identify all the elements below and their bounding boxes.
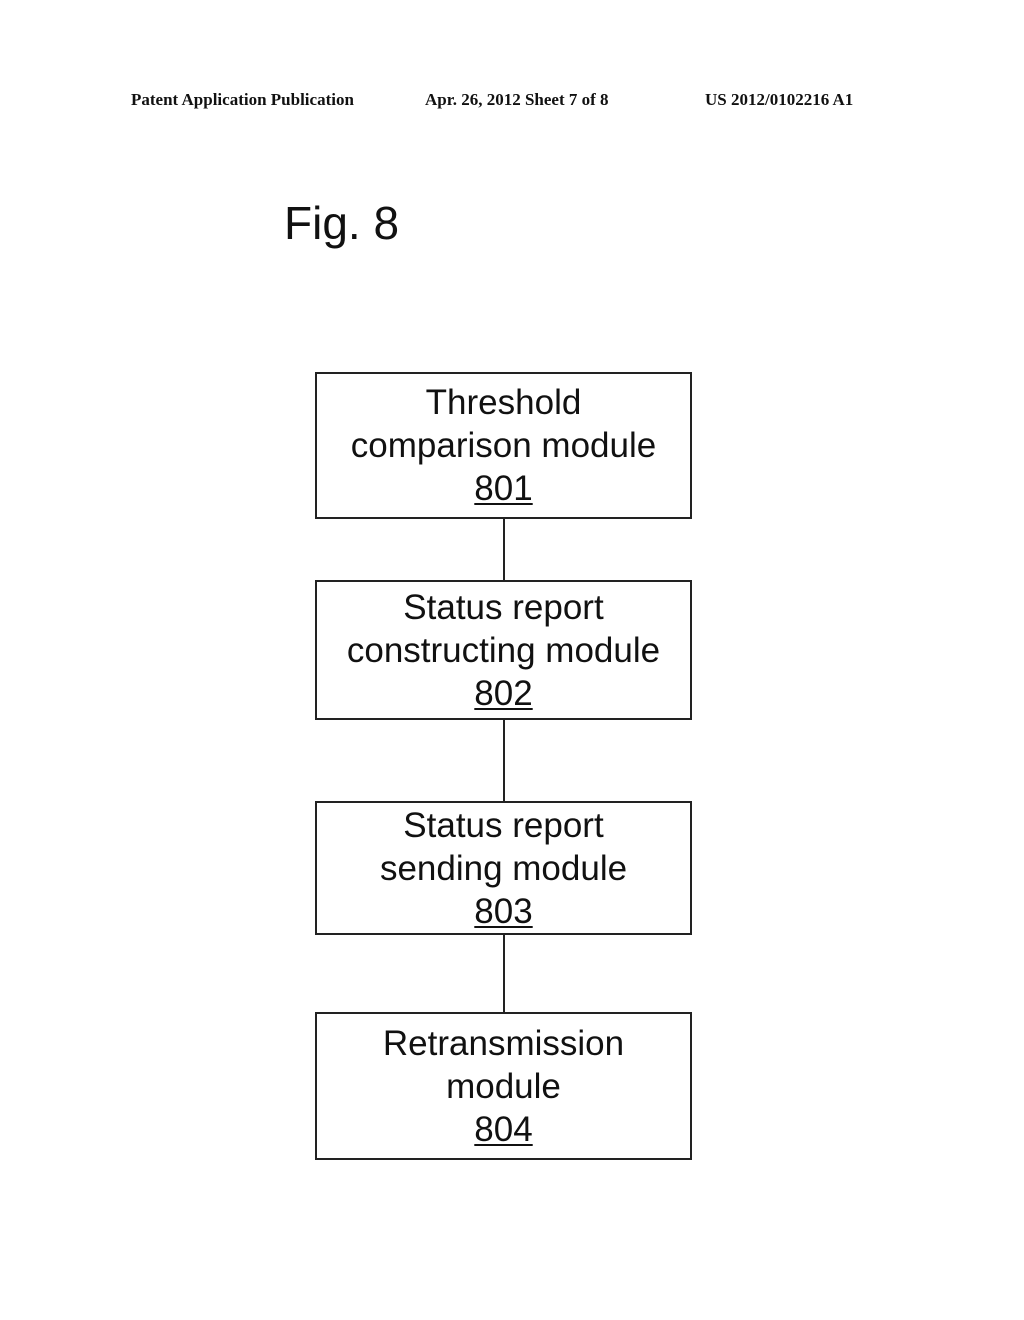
publication-number: US 2012/0102216 A1 — [705, 90, 854, 109]
publication-label: Patent Application Publication — [131, 90, 354, 109]
module-ref-number: 803 — [474, 891, 533, 931]
module-name-line: Status report — [403, 805, 604, 845]
module-box-801: Threshold comparison module 801 — [315, 372, 692, 519]
module-box-804: Retransmission module 804 — [315, 1012, 692, 1160]
module-ref-number: 801 — [474, 469, 533, 508]
connector-line — [503, 519, 505, 580]
module-name-line: Threshold — [425, 383, 582, 422]
module-name-line: sending module — [379, 848, 628, 888]
module-name-line: Retransmission — [382, 1023, 625, 1063]
module-name-line: constructing module — [346, 630, 661, 670]
module-box-802: Status report constructing module 802 — [315, 580, 692, 720]
module-ref-number: 804 — [474, 1109, 533, 1149]
module-ref-number: 802 — [474, 673, 533, 713]
module-name-line: comparison module — [350, 426, 657, 465]
figure-title: Fig. 8 — [284, 197, 400, 249]
connector-line — [503, 720, 505, 801]
publication-date-sheet: Apr. 26, 2012 Sheet 7 of 8 — [425, 90, 609, 109]
connector-line — [503, 935, 505, 1012]
module-name-line: module — [446, 1066, 561, 1106]
module-box-803: Status report sending module 803 — [315, 801, 692, 935]
module-name-line: Status report — [403, 587, 604, 627]
